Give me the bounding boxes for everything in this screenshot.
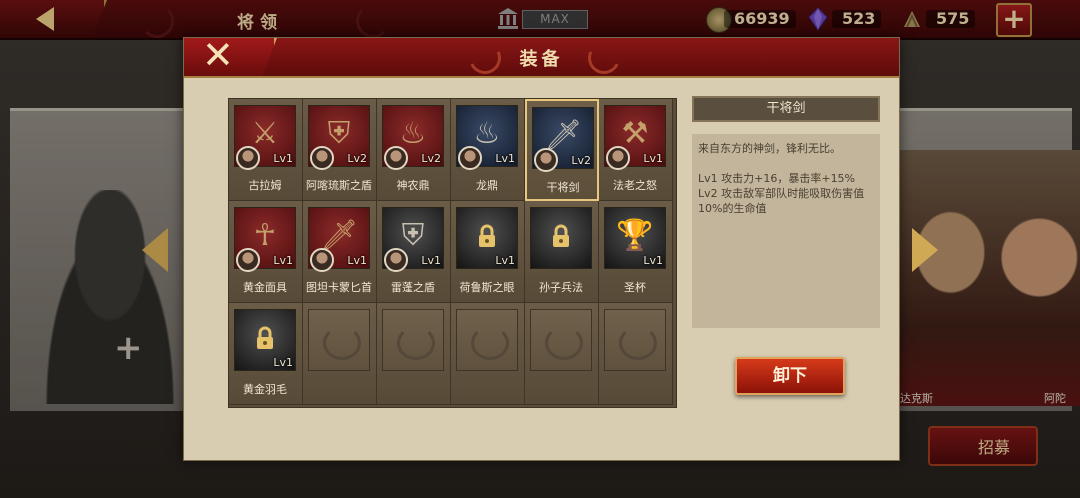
cauldron-icon: ♨: [399, 115, 427, 151]
laurel-icon: [583, 37, 625, 79]
hero-avatar: [384, 146, 408, 170]
lock-icon: [553, 224, 569, 247]
shield-icon: ⛨: [401, 217, 425, 253]
equipment-grid: ⚔ Lv1 古拉姆 ⛨ Lv2 阿喀琉斯之盾 ♨ Lv2 神农鼎 ♨ Lv1 龙…: [228, 98, 677, 408]
item-name: 阿喀琉斯之盾: [306, 179, 372, 192]
item-level: Lv2: [421, 152, 441, 165]
cauldron-icon: ♨: [473, 115, 501, 151]
equipment-image: 🏆 Lv1: [604, 207, 666, 269]
item-level: Lv1: [421, 254, 441, 267]
empty-slot: [599, 303, 673, 405]
equipment-modal: 装备 ✕ ⚔ Lv1 古拉姆 ⛨ Lv2 阿喀琉斯之盾 ♨ Lv2 神农鼎 ♨ …: [183, 37, 900, 461]
item-name: 法老之怒: [613, 179, 657, 192]
equipment-slot-locked[interactable]: Lv1 黄金羽毛: [229, 303, 303, 405]
equipment-slot[interactable]: ⚒ Lv1 法老之怒: [599, 99, 673, 201]
equipment-image: ⚒ Lv1: [604, 105, 666, 170]
shield-icon: ⛨: [327, 115, 351, 151]
item-level: Lv1: [347, 254, 367, 267]
equipment-image: [530, 207, 592, 269]
item-name: 古拉姆: [248, 179, 282, 192]
sword-icon: ⚔: [251, 115, 279, 151]
laurel-wreath-icon: [619, 326, 657, 360]
equipment-slot[interactable]: ⛨ Lv1 雷蓬之盾: [377, 201, 451, 303]
equipment-image: ♨ Lv2: [382, 105, 444, 170]
equipment-image: Lv1: [456, 207, 518, 269]
detail-description: 来自东方的神剑，锋利无比。: [698, 142, 841, 155]
next-arrow-icon[interactable]: [912, 228, 938, 272]
lock-icon: [479, 224, 495, 247]
detail-description-panel: 来自东方的神剑，锋利无比。 Lv1 攻击力+16，暴击率+15% Lv2 攻击敌…: [692, 134, 880, 328]
hero-avatar: [236, 146, 260, 170]
item-name: 龙鼎: [476, 179, 498, 192]
item-name: 神农鼎: [396, 179, 430, 192]
detail-title: 干将剑: [692, 96, 880, 122]
hero-avatar: [458, 146, 482, 170]
item-name: 图坦卡蒙匕首: [306, 281, 372, 294]
chalice-icon: 🏆: [616, 217, 654, 253]
equipment-image: ⛨ Lv2: [308, 105, 370, 170]
item-level: Lv1: [273, 254, 293, 267]
item-name: 黄金羽毛: [243, 383, 287, 396]
axe-icon: ⚒: [621, 115, 649, 151]
equipment-image: ♨ Lv1: [456, 105, 518, 170]
item-name: 干将剑: [546, 181, 580, 194]
item-name: 黄金面具: [243, 281, 287, 294]
item-level: Lv1: [273, 152, 293, 165]
equipment-image: ⛨ Lv1: [382, 207, 444, 272]
item-level: Lv2: [347, 152, 367, 165]
hero-avatar: [384, 248, 408, 272]
equipment-slot-locked[interactable]: Lv1 荷鲁斯之眼: [451, 201, 525, 303]
item-level: Lv1: [273, 356, 293, 369]
modal-title: 装备: [519, 49, 564, 70]
sword-icon: 🗡: [543, 117, 583, 153]
item-level: Lv2: [571, 154, 591, 167]
empty-slot: [525, 303, 599, 405]
empty-slot: [303, 303, 377, 405]
equipment-slot[interactable]: ♨ Lv1 龙鼎: [451, 99, 525, 201]
equipment-slot[interactable]: ☥ Lv1 黄金面具: [229, 201, 303, 303]
item-name: 荷鲁斯之眼: [459, 281, 515, 294]
hero-avatar: [236, 248, 260, 272]
equipment-slot[interactable]: ⛨ Lv2 阿喀琉斯之盾: [303, 99, 377, 201]
hero-avatar: [606, 146, 630, 170]
equipment-image: 🗡 Lv2: [532, 107, 594, 172]
laurel-wreath-icon: [323, 326, 361, 360]
item-level: Lv1: [643, 152, 663, 165]
equipment-image: 🗡 Lv1: [308, 207, 370, 272]
equipment-slot-locked[interactable]: 孙子兵法: [525, 201, 599, 303]
equipment-slot[interactable]: 🗡 Lv1 图坦卡蒙匕首: [303, 201, 377, 303]
lock-icon: [257, 326, 273, 349]
equipment-image: ⚔ Lv1: [234, 105, 296, 170]
item-name: 圣杯: [624, 281, 646, 294]
mask-icon: ☥: [253, 217, 277, 253]
close-button[interactable]: ✕: [184, 38, 277, 76]
detail-effect: Lv1 攻击力+16，暴击率+15%: [698, 172, 856, 185]
equipment-slot[interactable]: ♨ Lv2 神农鼎: [377, 99, 451, 201]
empty-slot: [451, 303, 525, 405]
equipment-image: Lv1: [234, 309, 296, 371]
laurel-wreath-icon: [397, 326, 435, 360]
modal-header: 装备 ✕: [184, 37, 899, 79]
equipment-image: ☥ Lv1: [234, 207, 296, 272]
item-name: 孙子兵法: [539, 281, 583, 294]
laurel-icon: [464, 37, 506, 79]
item-name: 雷蓬之盾: [391, 281, 435, 294]
unequip-button[interactable]: 卸下: [735, 357, 845, 395]
hero-avatar: [310, 146, 334, 170]
equipment-slot[interactable]: 🏆 Lv1 圣杯: [599, 201, 673, 303]
equipment-slot-selected[interactable]: 🗡 Lv2 干将剑: [525, 99, 599, 201]
laurel-wreath-icon: [471, 326, 509, 360]
detail-effect: Lv2 攻击敌军部队时能吸取伤害值10%的生命值: [698, 187, 865, 215]
equipment-slot[interactable]: ⚔ Lv1 古拉姆: [229, 99, 303, 201]
hero-avatar: [310, 248, 334, 272]
close-icon: ✕: [202, 33, 234, 77]
empty-slot: [377, 303, 451, 405]
dagger-icon: 🗡: [319, 217, 359, 253]
item-level: Lv1: [495, 152, 515, 165]
item-level: Lv1: [495, 254, 515, 267]
laurel-wreath-icon: [545, 326, 583, 360]
item-level: Lv1: [643, 254, 663, 267]
hero-avatar: [534, 148, 558, 172]
